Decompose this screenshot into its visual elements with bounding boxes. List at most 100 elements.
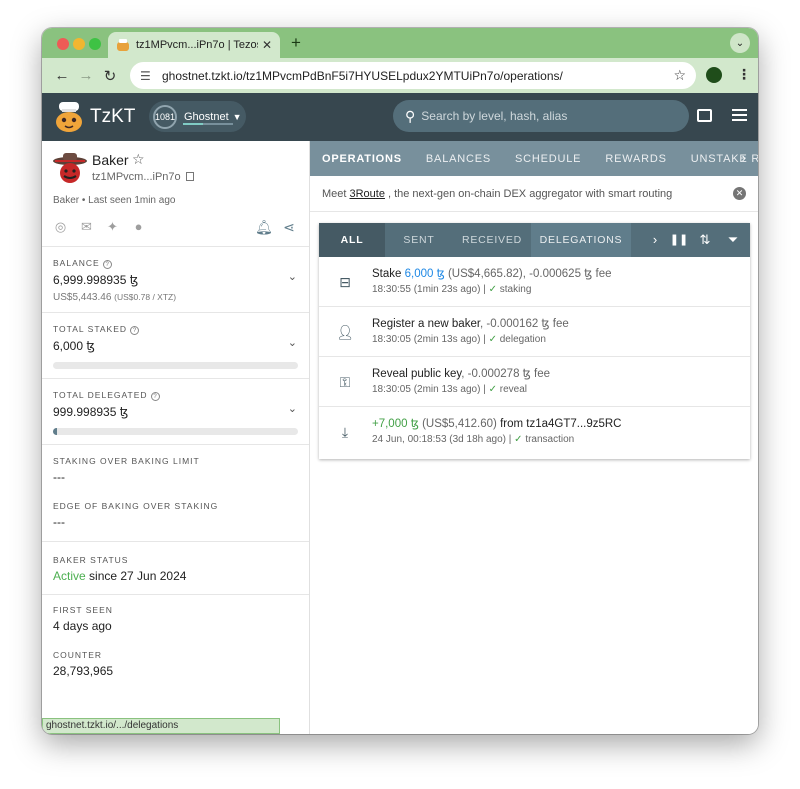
operation-title: Register a new baker, -0.000162 ꜩ fee bbox=[372, 316, 569, 330]
share-icon[interactable]: ⋖ bbox=[281, 219, 297, 235]
email-icon[interactable]: ✉ bbox=[79, 219, 94, 234]
tab-balances[interactable]: BALANCES bbox=[426, 153, 491, 165]
op-type: transaction bbox=[525, 434, 575, 445]
op-time[interactable]: 18:30:05 (2min 13s ago) | bbox=[372, 334, 486, 345]
chevron-right-icon[interactable]: › bbox=[645, 223, 665, 257]
wallet-icon[interactable] bbox=[697, 109, 712, 122]
list-item[interactable]: ⤓ +7,000 ꜩ (US$5,412.60) from tz1a4GT7..… bbox=[319, 407, 750, 457]
key-icon: ⚿ bbox=[339, 374, 351, 390]
forward-icon[interactable]: → bbox=[74, 67, 98, 84]
address-bar[interactable]: ☰ ghostnet.tzkt.io/tz1MPvcmPdBnF5i7HYUSE… bbox=[130, 62, 696, 89]
checkmark-icon: ✓ bbox=[488, 334, 497, 345]
network-name: Ghostnet bbox=[184, 110, 229, 123]
address-text: tz1MPvcm...iPn7o bbox=[92, 171, 181, 183]
chevron-down-icon[interactable]: ⌄ bbox=[288, 270, 297, 283]
filter-icon[interactable]: ⏷ bbox=[723, 223, 743, 257]
copy-icon[interactable] bbox=[185, 172, 194, 181]
bell-icon[interactable]: 🔔︎ bbox=[255, 219, 273, 235]
search-placeholder: Search by level, hash, alias bbox=[421, 109, 568, 123]
back-icon[interactable]: ← bbox=[50, 67, 74, 84]
staking-over-limit-value: --- bbox=[53, 470, 65, 484]
delegated-label-text: TOTAL DELEGATED bbox=[53, 390, 148, 400]
banner-text: , the next-gen on-chain DEX aggregator w… bbox=[387, 187, 673, 200]
globe-icon[interactable]: ◎ bbox=[53, 219, 68, 234]
checkmark-icon: ✓ bbox=[488, 384, 497, 395]
tab-search-button[interactable]: ⌄ bbox=[730, 33, 750, 53]
delegated-section[interactable]: TOTAL DELEGATED? 999.998935 ꜩ ⌄ bbox=[42, 379, 309, 445]
op-fee: , -0.000162 ꜩ fee bbox=[480, 318, 569, 330]
reload-icon[interactable]: ↻ bbox=[98, 67, 122, 85]
staked-section[interactable]: TOTAL STAKED? 6,000 ꜩ ⌄ bbox=[42, 313, 309, 379]
pause-icon[interactable]: ❚❚ bbox=[669, 223, 689, 257]
new-tab-button[interactable]: + bbox=[291, 33, 301, 53]
network-level: 1081 bbox=[153, 104, 177, 129]
app-header: TzKT 1081 Ghostnet ▼ ⚲ Search by level, … bbox=[42, 93, 758, 141]
op-usd: (US$5,412.60) bbox=[422, 418, 497, 430]
hamburger-menu-icon[interactable] bbox=[732, 109, 747, 121]
url-text: ghostnet.tzkt.io/tz1MPvcmPdBnF5i7HYUSELp… bbox=[162, 68, 563, 83]
list-item[interactable]: 👤︎ Register a new baker, -0.000162 ꜩ fee… bbox=[319, 307, 750, 357]
brand-name[interactable]: TzKT bbox=[90, 106, 135, 128]
filter-received[interactable]: RECEIVED bbox=[453, 223, 531, 257]
link-status-bar: ghostnet.tzkt.io/.../delegations bbox=[42, 718, 280, 734]
close-window-button[interactable] bbox=[57, 38, 69, 50]
chevron-down-icon[interactable]: ⌄ bbox=[288, 336, 297, 349]
account-address: tz1MPvcm...iPn7o bbox=[92, 171, 194, 183]
checkmark-icon: ✓ bbox=[514, 434, 523, 445]
network-selector[interactable]: 1081 Ghostnet ▼ bbox=[149, 101, 246, 132]
browser-window: tz1MPvcm...iPn7o | Tezos Gho ✕ + ⌄ ← → ↻… bbox=[42, 28, 758, 734]
help-icon[interactable]: ? bbox=[130, 326, 140, 335]
op-time[interactable]: 24 Jun, 00:18:53 (3d 18h ago) | bbox=[372, 434, 511, 445]
browser-menu-icon[interactable]: ⋮ bbox=[737, 66, 751, 83]
list-item[interactable]: ⊟ Stake 6,000 ꜩ (US$4,665.82), -0.000625… bbox=[319, 257, 750, 307]
op-type: reveal bbox=[499, 384, 527, 395]
close-banner-icon[interactable]: ✕ bbox=[733, 187, 746, 200]
delegated-progress bbox=[53, 428, 298, 435]
tab-rewards[interactable]: REWARDS bbox=[605, 153, 666, 165]
op-amount[interactable]: 6,000 ꜩ bbox=[405, 268, 445, 280]
tab-unstake-requests[interactable]: UNSTAKE RE bbox=[691, 153, 758, 165]
operation-title: Stake 6,000 ꜩ (US$4,665.82), -0.000625 ꜩ… bbox=[372, 266, 612, 280]
staked-value: 6,000 ꜩ bbox=[53, 339, 95, 353]
close-tab-icon[interactable]: ✕ bbox=[262, 38, 272, 52]
network-sync-bar bbox=[183, 123, 233, 125]
profile-avatar-icon[interactable] bbox=[706, 67, 722, 83]
twitter-icon[interactable]: ✦ bbox=[105, 219, 120, 234]
site-info-icon[interactable]: ☰ bbox=[140, 69, 154, 83]
balance-usd-text: US$5,443.46 bbox=[53, 292, 112, 303]
tab-schedule[interactable]: SCHEDULE bbox=[515, 153, 581, 165]
chevron-down-icon[interactable]: ⌄ bbox=[288, 402, 297, 415]
tab-strip: tz1MPvcm...iPn7o | Tezos Gho ✕ + ⌄ bbox=[42, 28, 758, 58]
search-box[interactable]: ⚲ Search by level, hash, alias bbox=[393, 100, 689, 132]
staked-progress bbox=[53, 362, 298, 369]
balance-section[interactable]: BALANCE? 6,999.998935 ꜩ US$5,443.46 (US$… bbox=[42, 247, 309, 313]
github-icon[interactable]: ● bbox=[131, 219, 146, 234]
help-icon[interactable]: ? bbox=[102, 260, 112, 269]
op-time[interactable]: 18:30:05 (2min 13s ago) | bbox=[372, 384, 486, 395]
banner-link[interactable]: 3Route bbox=[349, 188, 384, 200]
op-from[interactable]: from tz1a4GT7...9z5RC bbox=[500, 418, 621, 430]
maximize-window-button[interactable] bbox=[89, 38, 101, 50]
status-since: since 27 Jun 2024 bbox=[85, 569, 187, 583]
filter-sent[interactable]: SENT bbox=[385, 223, 453, 257]
favorite-star-icon[interactable]: ☆ bbox=[132, 151, 145, 168]
op-title-text: Reveal public key bbox=[372, 368, 462, 380]
list-item[interactable]: ⚿ Reveal public key, -0.000278 ꜩ fee 18:… bbox=[319, 357, 750, 407]
page-content: Baker ☆ tz1MPvcm...iPn7o Baker • Last se… bbox=[42, 141, 758, 734]
op-amount[interactable]: +7,000 ꜩ bbox=[372, 418, 419, 430]
chevron-right-icon[interactable]: › bbox=[742, 150, 746, 165]
tab-operations[interactable]: OPERATIONS bbox=[322, 153, 402, 165]
filter-delegations[interactable]: DELEGATIONS bbox=[531, 223, 631, 257]
op-time[interactable]: 18:30:55 (1min 23s ago) | bbox=[372, 284, 486, 295]
op-type: staking bbox=[499, 284, 532, 295]
help-icon[interactable]: ? bbox=[150, 392, 160, 401]
minimize-window-button[interactable] bbox=[73, 38, 85, 50]
operation-meta: 18:30:55 (1min 23s ago) | ✓ staking bbox=[372, 284, 531, 295]
tzkt-logo-icon[interactable] bbox=[54, 101, 84, 133]
bookmark-star-icon[interactable]: ☆ bbox=[673, 67, 686, 84]
checkmark-icon: ✓ bbox=[488, 284, 497, 295]
banner-prefix: Meet bbox=[322, 187, 347, 200]
browser-tab[interactable]: tz1MPvcm...iPn7o | Tezos Gho ✕ bbox=[108, 32, 280, 58]
filter-all[interactable]: ALL bbox=[319, 223, 385, 257]
sort-icon[interactable]: ⇅ bbox=[695, 223, 715, 257]
